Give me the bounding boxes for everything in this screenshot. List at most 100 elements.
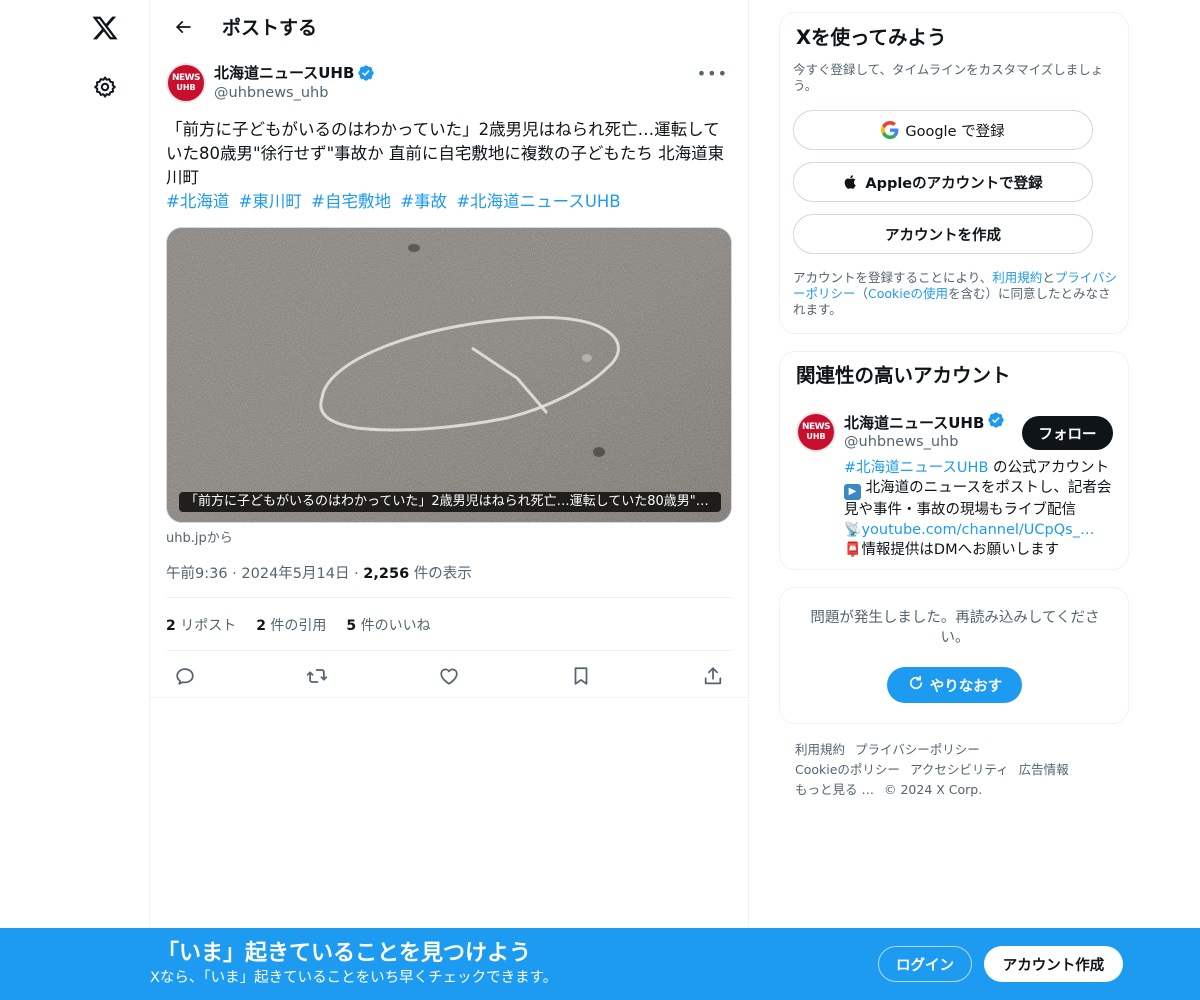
legal-text: アカウントを登録することにより、 — [793, 270, 993, 285]
signup-subtitle: 今すぐ登録して、タイムラインをカスタマイズしましょう。 — [793, 62, 1104, 93]
bookmark-icon[interactable] — [566, 662, 596, 690]
error-card: 問題が発生しました。再読み込みしてください。 やりなおす — [779, 587, 1129, 724]
avatar[interactable]: NEWS UHB — [166, 63, 206, 103]
post-meta: 午前9:36 · 2024年5月14日 · 2,256 件の表示 — [166, 562, 472, 583]
share-icon[interactable] — [698, 662, 728, 690]
views-count: 2,256 — [363, 566, 410, 582]
related-accounts-card: 関連性の高いアカウント NEWS UHB 北海道ニュースUHB @uhbnews… — [779, 351, 1129, 570]
link-source[interactable]: uhb.jpから — [166, 527, 233, 546]
main-column: ポストする NEWS UHB 北海道ニュースUHB @uhbnews_uhb •… — [149, 0, 749, 1000]
verified-badge-icon — [987, 411, 1005, 435]
bio-youtube-link[interactable]: youtube.com/channel/UCpQs_… — [861, 522, 1094, 538]
gear-icon[interactable] — [86, 68, 124, 106]
meta-separator: · — [354, 566, 364, 582]
verified-badge-icon — [357, 64, 375, 82]
retry-label: やりなおす — [929, 678, 1003, 695]
follow-button[interactable]: フォロー — [1022, 416, 1113, 450]
divider — [166, 650, 732, 651]
hashtag-link[interactable]: #自宅敷地 — [311, 192, 391, 211]
bio-text: の公式アカウント — [988, 460, 1109, 476]
google-icon — [881, 121, 899, 139]
reposts-count: 2 — [166, 618, 176, 634]
reply-icon[interactable] — [170, 662, 200, 690]
quotes-stat[interactable]: 2 件の引用 — [256, 615, 326, 635]
avatar-text-uhb: UHB — [176, 83, 196, 92]
post-stats: 2 リポスト 2 件の引用 5 件のいいね — [166, 615, 431, 635]
related-account-name[interactable]: 北海道ニュースUHB — [844, 411, 1005, 435]
footer-link[interactable]: Cookieのポリシー — [795, 762, 900, 777]
cookie-link[interactable]: Cookieの使用 — [868, 286, 948, 301]
login-button[interactable]: ログイン — [878, 946, 972, 982]
post-text: 「前方に子どもがいるのはわかっていた」2歳男児はねられ死亡…運転していた80歳男… — [166, 120, 725, 187]
footer-link[interactable]: 利用規約 — [795, 742, 845, 757]
google-signup-label: Google で登録 — [905, 123, 1005, 140]
divider — [150, 697, 748, 698]
postbox-icon: 📮 — [844, 542, 862, 558]
repost-icon[interactable] — [302, 662, 332, 690]
avatar[interactable]: NEWS UHB — [796, 412, 836, 452]
arrow-left-icon[interactable] — [166, 10, 200, 44]
bio-text: 情報提供はDMへお願いします — [861, 542, 1060, 558]
like-icon[interactable] — [434, 662, 464, 690]
play-button-icon: ▶ — [844, 484, 861, 500]
related-account-name-text[interactable]: 北海道ニュースUHB — [844, 412, 984, 434]
meta-separator: · — [232, 566, 242, 582]
banner-title: 「いま」起きていることを見つけよう — [157, 941, 532, 966]
post-author: NEWS UHB 北海道ニュースUHB @uhbnews_uhb ••• — [166, 63, 732, 107]
reposts-stat[interactable]: 2 リポスト — [166, 615, 236, 635]
terms-link[interactable]: 利用規約 — [992, 270, 1042, 285]
bio-hashtag-link[interactable]: #北海道ニュースUHB — [844, 460, 988, 476]
more-options-icon[interactable]: ••• — [693, 63, 732, 85]
create-account-label: アカウントを作成 — [885, 227, 1001, 244]
divider — [166, 597, 732, 598]
reposts-label: リポスト — [180, 618, 237, 634]
legal-notice: アカウントを登録することにより、利用規約とプライバシーポリシー（Cookieの使… — [793, 270, 1119, 318]
copyright: © 2024 X Corp. — [883, 782, 983, 797]
related-account-handle[interactable]: @uhbnews_uhb — [844, 434, 958, 450]
hashtag-link[interactable]: #事故 — [400, 192, 447, 211]
hashtag-link[interactable]: #北海道ニュースUHB — [456, 192, 620, 211]
footer-link[interactable]: 広告情報 — [1019, 762, 1069, 777]
related-account-bio: #北海道ニュースUHB の公式アカウント ▶ 北海道のニュースをポストし、記者会… — [844, 458, 1119, 560]
quotes-count: 2 — [256, 618, 266, 634]
post-actions — [166, 662, 732, 690]
author-name-text[interactable]: 北海道ニュースUHB — [214, 63, 354, 83]
signup-card: Xを使ってみよう 今すぐ登録して、タイムラインをカスタマイズしましょう。 Goo… — [779, 12, 1129, 334]
apple-icon — [843, 173, 859, 191]
legal-text: と — [1042, 270, 1055, 285]
create-account-button[interactable]: アカウントを作成 — [793, 214, 1093, 254]
bio-text: 北海道のニュースをポストし、記者会見や事件・事故の現場もライブ配信 — [844, 480, 1112, 518]
news-photo — [167, 228, 731, 522]
footer-link[interactable]: もっと見る … — [795, 782, 874, 797]
satellite-antenna-icon: 📡 — [844, 522, 862, 538]
author-handle[interactable]: @uhbnews_uhb — [214, 83, 375, 103]
apple-signup-button[interactable]: Appleのアカウントで登録 — [793, 162, 1093, 202]
signup-title: Xを使ってみよう — [796, 26, 947, 49]
footer-links: 利用規約 プライバシーポリシー Cookieのポリシー アクセシビリティ 広告情報 も… — [795, 740, 1125, 800]
author-name[interactable]: 北海道ニュースUHB — [214, 63, 375, 83]
hashtag-link[interactable]: #東川町 — [239, 192, 302, 211]
post-time[interactable]: 午前9:36 — [166, 566, 228, 582]
hashtag-link[interactable]: #北海道 — [166, 192, 229, 211]
avatar-text-uhb: UHB — [806, 432, 826, 441]
banner-signup-button[interactable]: アカウント作成 — [984, 946, 1123, 982]
post-date[interactable]: 2024年5月14日 — [241, 566, 349, 582]
google-signup-button[interactable]: Google で登録 — [793, 110, 1093, 150]
post-hashtags: #北海道 #東川町 #自宅敷地 #事故 #北海道ニュースUHB — [166, 190, 726, 214]
error-message: 問題が発生しました。再読み込みしてください。 — [810, 610, 1100, 646]
quotes-label: 件の引用 — [270, 618, 327, 634]
likes-count: 5 — [346, 618, 357, 634]
link-card-media[interactable]: 「前方に子どもがいるのはわかっていた」2歳男児はねられ死亡…運転していた80歳男… — [166, 227, 732, 523]
x-logo-icon[interactable] — [86, 9, 124, 47]
footer-link[interactable]: プライバシーポリシー — [855, 742, 980, 757]
page-header: ポストする — [150, 0, 748, 53]
apple-signup-label: Appleのアカウントで登録 — [865, 175, 1043, 192]
avatar-text-news: NEWS — [801, 422, 831, 432]
media-caption: 「前方に子どもがいるのはわかっていた」2歳男児はねられ死亡…運転していた80歳男… — [179, 492, 721, 512]
views-label: 件の表示 — [413, 566, 472, 582]
likes-stat[interactable]: 5 件のいいね — [346, 615, 430, 635]
retry-button[interactable]: やりなおす — [887, 667, 1022, 703]
likes-label: 件のいいね — [360, 618, 431, 634]
page-title: ポストする — [222, 17, 318, 39]
footer-link[interactable]: アクセシビリティ — [910, 762, 1009, 777]
